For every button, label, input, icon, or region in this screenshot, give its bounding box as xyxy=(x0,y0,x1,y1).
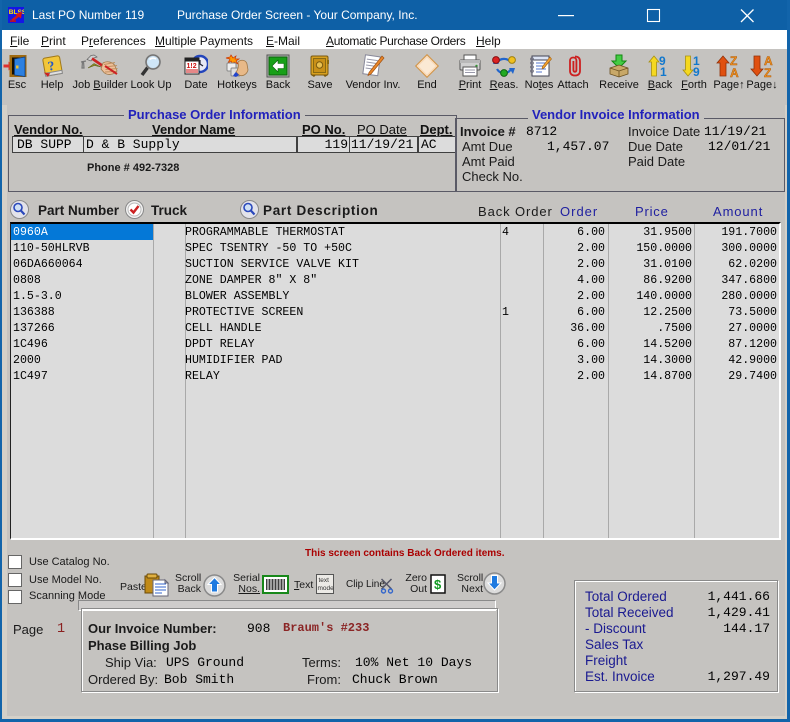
svg-text:mode: mode xyxy=(318,585,335,592)
svg-text:9: 9 xyxy=(693,65,700,78)
svg-text:A: A xyxy=(730,66,739,78)
svg-text:Z: Z xyxy=(764,66,771,78)
svg-text:$: $ xyxy=(434,577,442,592)
svg-text:text: text xyxy=(319,577,330,584)
svg-text:1: 1 xyxy=(660,65,667,78)
svg-text:1!2: 1!2 xyxy=(187,63,197,70)
